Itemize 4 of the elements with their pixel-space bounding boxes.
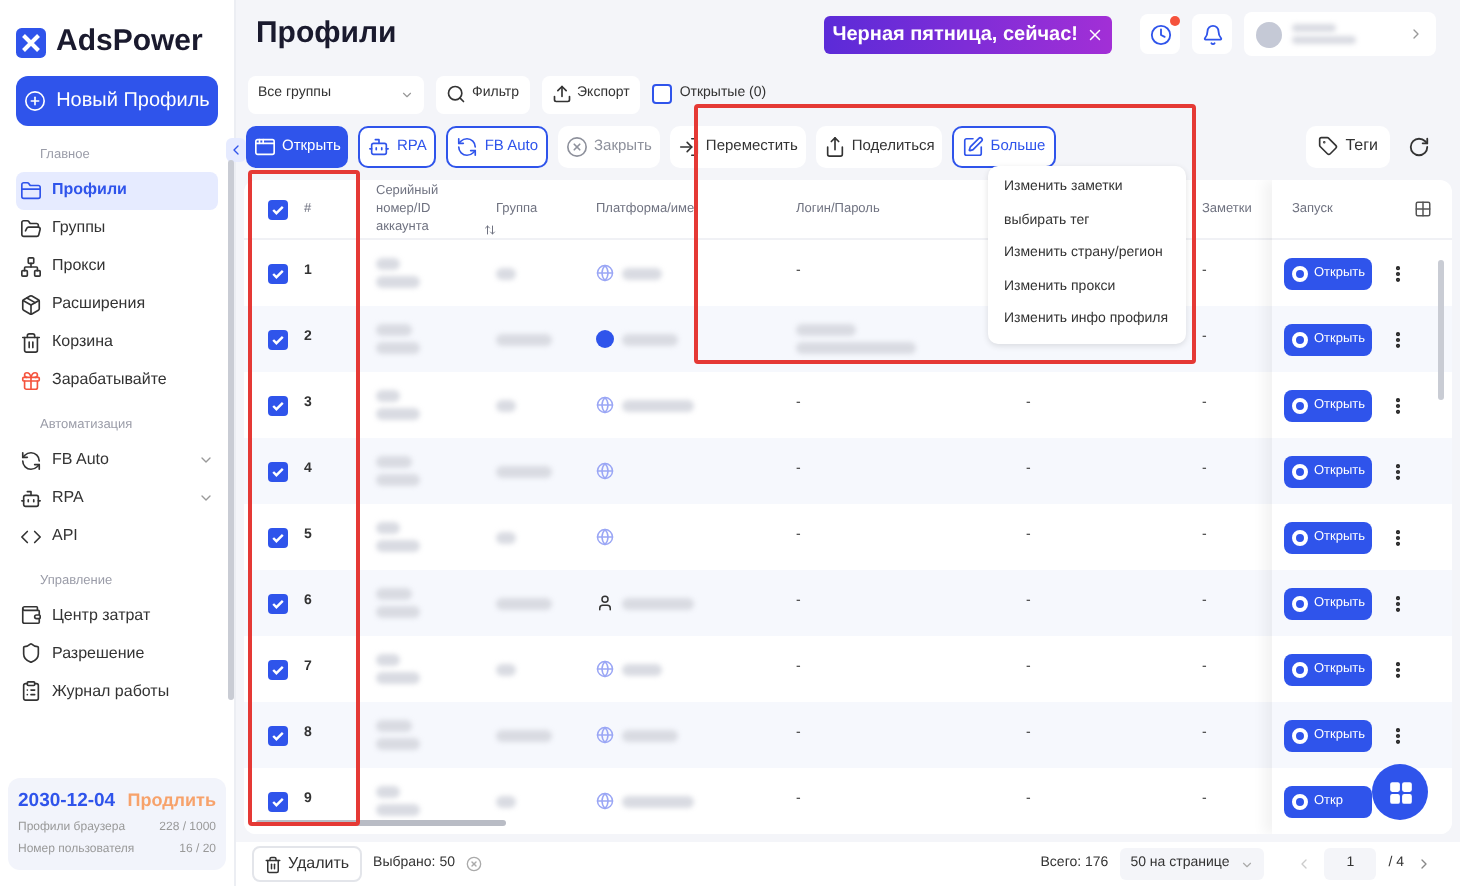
expiry-date: 2030-12-04 <box>18 787 116 816</box>
app-name: AdsPower <box>56 22 203 63</box>
page-title: Профили <box>256 13 399 54</box>
promo-text: Черная пятница, сейчас! <box>832 21 1078 49</box>
